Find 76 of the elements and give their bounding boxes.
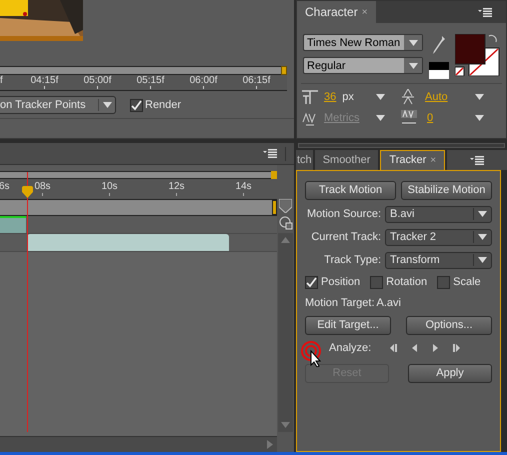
tracking-icon bbox=[401, 110, 417, 126]
ruler-label: 06:15f bbox=[242, 75, 270, 86]
leading-icon bbox=[401, 89, 415, 106]
font-dropdown[interactable]: Times New Roman bbox=[303, 34, 423, 51]
panel-menu-icon[interactable] bbox=[478, 8, 492, 16]
field-label: Motion Source: bbox=[306, 206, 381, 222]
dropdown-arrow-icon bbox=[478, 234, 487, 240]
dropdown-arrow-icon bbox=[478, 211, 487, 217]
work-area-bar[interactable] bbox=[0, 171, 271, 179]
dropdown-arrow-icon bbox=[475, 114, 484, 121]
work-area-bar[interactable] bbox=[0, 66, 281, 75]
checkbox-label: Rotation bbox=[386, 274, 428, 290]
checkbox-label: Position bbox=[321, 274, 360, 290]
analyze-step-icon[interactable] bbox=[431, 343, 440, 353]
playhead-line[interactable] bbox=[27, 172, 28, 432]
navigator-handle[interactable] bbox=[272, 200, 277, 215]
field-value: A.avi bbox=[376, 296, 401, 311]
field-label: Track Type: bbox=[323, 252, 381, 268]
playhead-icon[interactable] bbox=[22, 186, 33, 198]
dropdown[interactable]: Tracker 2 bbox=[385, 228, 492, 246]
panel-menu-icon[interactable] bbox=[470, 156, 484, 164]
value-field[interactable]: 36 bbox=[324, 89, 336, 106]
dropdown[interactable]: Transform bbox=[385, 252, 492, 268]
ruler-label: 08s bbox=[34, 181, 51, 193]
dropdown-arrow-icon bbox=[408, 40, 418, 46]
color-swatches-drawing[interactable] bbox=[455, 34, 500, 76]
button[interactable]: Stabilize Motion bbox=[401, 181, 492, 200]
button[interactable]: Track Motion bbox=[305, 181, 396, 200]
work-area-handle[interactable] bbox=[281, 66, 287, 75]
dropdown-arrow-icon bbox=[478, 257, 487, 263]
eyedropper-icon[interactable] bbox=[433, 36, 445, 54]
value-field[interactable]: Auto bbox=[425, 89, 448, 106]
button[interactable]: Apply bbox=[408, 364, 492, 383]
panel-tab[interactable]: Smoother bbox=[314, 150, 378, 170]
checkbox-label: Scale bbox=[453, 274, 481, 290]
ruler-label: 05:15f bbox=[136, 75, 164, 86]
dropdown-arrow-icon bbox=[103, 102, 112, 108]
ruler-label: 04:15f bbox=[30, 75, 58, 86]
button[interactable]: Edit Target... bbox=[305, 316, 391, 335]
checkbox[interactable] bbox=[437, 276, 450, 288]
dropdown-arrow-icon bbox=[475, 94, 484, 100]
ruler-label: 05:00f bbox=[84, 75, 112, 86]
field-label: Analyze: bbox=[329, 340, 372, 356]
ruler-label: 06:00f bbox=[190, 75, 218, 86]
shapes-icon[interactable] bbox=[278, 216, 292, 230]
checkbox[interactable] bbox=[130, 98, 143, 112]
panel-tab[interactable]: tch bbox=[296, 150, 313, 170]
panel-tab[interactable]: Tracker × bbox=[380, 150, 446, 170]
ruler-label: f bbox=[0, 75, 3, 86]
ruler-label: 10s bbox=[101, 181, 118, 193]
checkbox-label: Render bbox=[145, 98, 182, 113]
field-label: Current Track: bbox=[310, 230, 381, 245]
view-dropdown[interactable]: on Tracker Points bbox=[0, 96, 116, 114]
checkbox[interactable] bbox=[305, 276, 318, 288]
unit-label: px bbox=[342, 90, 354, 105]
value-field[interactable]: 0 bbox=[427, 110, 434, 126]
font-size-icon bbox=[302, 90, 318, 104]
comp-marker-icon[interactable] bbox=[279, 199, 292, 213]
dropdown[interactable]: B.avi bbox=[385, 206, 492, 222]
default-colors-swatch-icon[interactable] bbox=[429, 62, 449, 79]
horizontal-scrollbar[interactable] bbox=[0, 436, 277, 452]
analyze-step-icon[interactable] bbox=[410, 343, 420, 353]
panel-tab[interactable]: Character × bbox=[297, 1, 376, 23]
dropdown-arrow-icon bbox=[376, 94, 385, 100]
work-area-handle[interactable] bbox=[271, 171, 277, 179]
analyze-step-icon[interactable] bbox=[452, 343, 462, 353]
ruler-label: 12s bbox=[168, 181, 185, 193]
ruler-label: 14s bbox=[235, 181, 252, 193]
panel-menu-icon[interactable] bbox=[263, 149, 277, 158]
font-dropdown[interactable]: Regular bbox=[303, 57, 423, 74]
field-label: Motion Target: bbox=[305, 296, 375, 311]
analyze-step-icon[interactable] bbox=[389, 343, 398, 353]
checkbox[interactable] bbox=[370, 276, 384, 288]
dropdown-arrow-icon bbox=[376, 114, 385, 121]
dropdown-arrow-icon bbox=[408, 62, 418, 68]
button[interactable]: Options... bbox=[406, 316, 492, 335]
